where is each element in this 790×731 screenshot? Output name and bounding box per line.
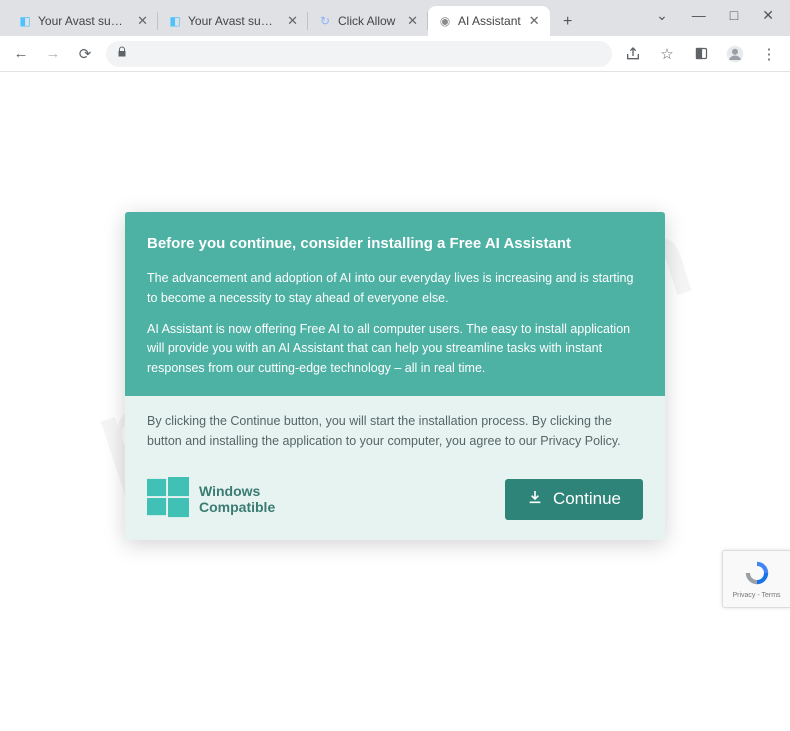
tab-click-allow[interactable]: ↻ Click Allow ✕ bbox=[308, 6, 428, 36]
extensions-icon[interactable] bbox=[690, 43, 712, 65]
tab-avast-1[interactable]: ◧ Your Avast subscription ✕ bbox=[8, 6, 158, 36]
compat-line-2: Compatible bbox=[199, 499, 275, 515]
recaptcha-badge[interactable]: Privacy - Terms bbox=[722, 550, 790, 608]
recaptcha-icon bbox=[743, 559, 771, 589]
favicon-icon: ◧ bbox=[168, 14, 182, 28]
modal-heading: Before you continue, consider installing… bbox=[147, 232, 643, 255]
tab-title: Your Avast subscription bbox=[188, 14, 279, 28]
modal-paragraph-2: AI Assistant is now offering Free AI to … bbox=[147, 320, 643, 378]
tab-ai-assistant[interactable]: ◉ AI Assistant ✕ bbox=[428, 6, 550, 36]
favicon-icon: ◧ bbox=[18, 14, 32, 28]
tab-close-icon[interactable]: ✕ bbox=[529, 13, 540, 29]
tab-title: Click Allow bbox=[338, 14, 399, 28]
window-close-icon[interactable]: ✕ bbox=[762, 7, 774, 24]
modal-footer-section: By clicking the Continue button, you wil… bbox=[125, 396, 665, 540]
window-dropdown-icon[interactable]: ⌄ bbox=[656, 7, 668, 24]
profile-avatar-icon[interactable] bbox=[724, 43, 746, 65]
reload-button[interactable]: ⟳ bbox=[74, 43, 96, 65]
menu-icon[interactable]: ⋮ bbox=[758, 43, 780, 65]
page-content: pcrisk.com Before you continue, consider… bbox=[0, 72, 790, 622]
lock-icon bbox=[116, 45, 128, 63]
window-controls: ⌄ — □ ✕ bbox=[640, 0, 790, 30]
continue-label: Continue bbox=[553, 489, 621, 509]
new-tab-button[interactable]: + bbox=[554, 8, 582, 36]
install-modal: Before you continue, consider installing… bbox=[125, 212, 665, 540]
back-button[interactable]: ← bbox=[10, 43, 32, 65]
tab-title: Your Avast subscription bbox=[38, 14, 129, 28]
download-icon bbox=[527, 489, 543, 510]
recaptcha-terms: Privacy - Terms bbox=[732, 592, 780, 599]
tab-close-icon[interactable]: ✕ bbox=[137, 13, 148, 29]
globe-icon: ◉ bbox=[438, 14, 452, 28]
address-bar[interactable] bbox=[106, 41, 612, 67]
windows-compatible-badge: Windows Compatible bbox=[147, 477, 275, 522]
consent-text: By clicking the Continue button, you wil… bbox=[147, 412, 643, 451]
tab-title: AI Assistant bbox=[458, 14, 521, 28]
modal-paragraph-1: The advancement and adoption of AI into … bbox=[147, 269, 643, 308]
favicon-icon: ↻ bbox=[318, 14, 332, 28]
tab-close-icon[interactable]: ✕ bbox=[407, 13, 418, 29]
compat-line-1: Windows bbox=[199, 483, 275, 499]
modal-header-section: Before you continue, consider installing… bbox=[125, 212, 665, 396]
continue-button[interactable]: Continue bbox=[505, 479, 643, 520]
tab-close-icon[interactable]: ✕ bbox=[287, 13, 298, 29]
windows-logo-icon bbox=[147, 477, 189, 522]
window-minimize-icon[interactable]: — bbox=[692, 7, 706, 23]
browser-toolbar: ← → ⟳ ☆ ⋮ bbox=[0, 36, 790, 72]
share-icon[interactable] bbox=[622, 43, 644, 65]
tab-avast-2[interactable]: ◧ Your Avast subscription ✕ bbox=[158, 6, 308, 36]
forward-button[interactable]: → bbox=[42, 43, 64, 65]
bookmark-star-icon[interactable]: ☆ bbox=[656, 43, 678, 65]
window-maximize-icon[interactable]: □ bbox=[730, 7, 738, 23]
